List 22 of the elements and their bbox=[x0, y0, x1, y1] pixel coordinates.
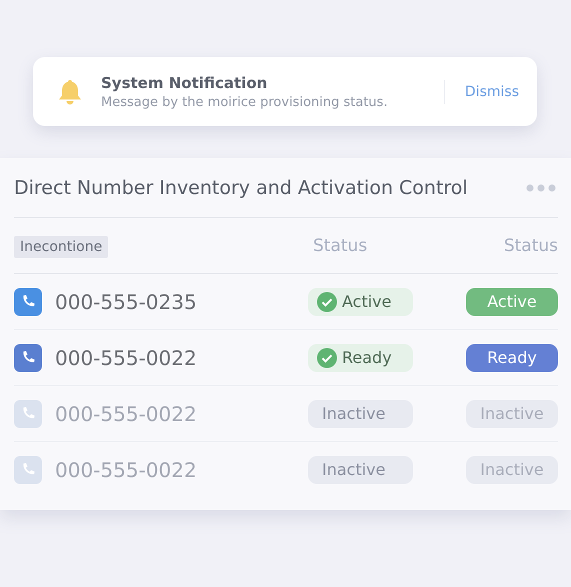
notification-message: Message by the moirice provisioning status. bbox=[101, 94, 389, 110]
status-label: Inactive bbox=[322, 404, 386, 423]
status-badge: Active bbox=[466, 288, 558, 316]
notification-title: System Notification bbox=[101, 74, 268, 92]
phone-number: 000-555-0022 bbox=[55, 458, 197, 482]
phone-number: 000-555-0235 bbox=[55, 290, 197, 314]
panel-title: Direct Number Inventory and Activation Control bbox=[14, 176, 468, 198]
status-label: Ready bbox=[342, 348, 392, 367]
status-badge: Inactive bbox=[466, 456, 558, 484]
column-tag: Inecontione bbox=[14, 236, 108, 258]
check-icon bbox=[317, 348, 337, 368]
more-icon[interactable] bbox=[526, 184, 556, 192]
status-badge: Ready bbox=[466, 344, 558, 372]
dismiss-button[interactable]: Dismiss bbox=[444, 80, 519, 104]
column-header: Status bbox=[313, 236, 368, 256]
phone-number: 000-555-0022 bbox=[55, 402, 197, 426]
column-header: Status bbox=[504, 236, 558, 256]
status-label: Inactive bbox=[322, 460, 386, 479]
phone-number: 000-555-0022 bbox=[55, 346, 197, 370]
status-badge: Inactive bbox=[466, 400, 558, 428]
check-icon bbox=[317, 292, 337, 312]
status-label: Active bbox=[342, 292, 392, 311]
